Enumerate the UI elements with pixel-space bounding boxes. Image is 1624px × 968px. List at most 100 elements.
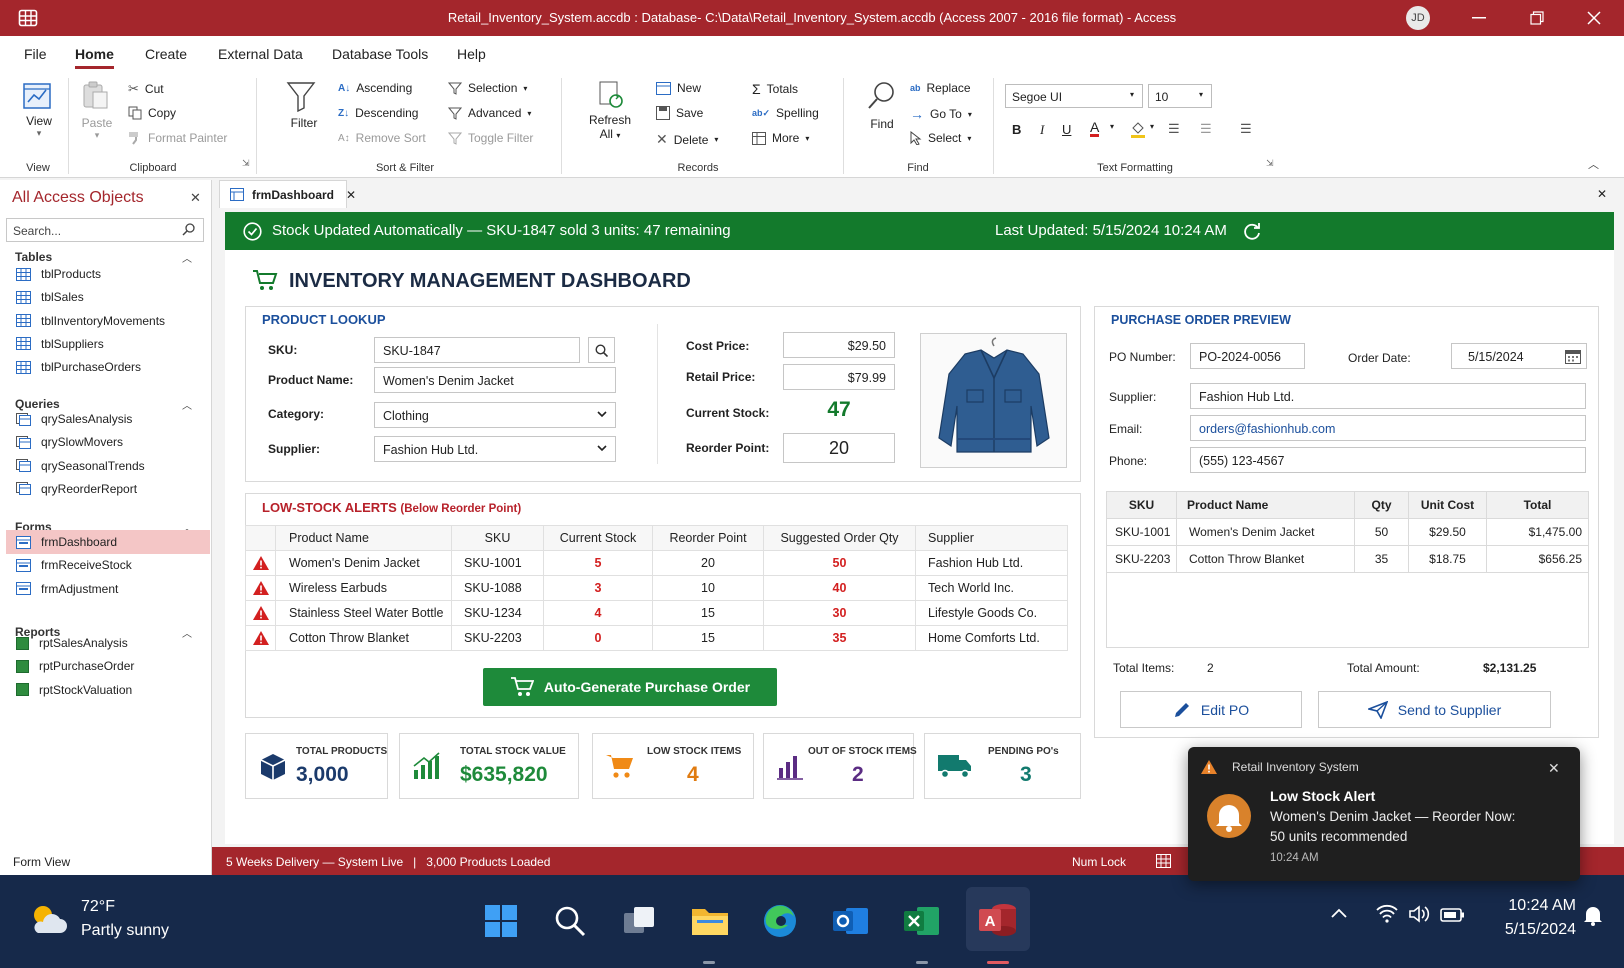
- refresh-icon[interactable]: [1242, 221, 1262, 241]
- volume-icon[interactable]: [1408, 904, 1432, 924]
- notification-bell-icon[interactable]: [1583, 904, 1603, 926]
- filter-button[interactable]: Filter: [286, 80, 322, 130]
- wifi-icon[interactable]: [1375, 903, 1399, 923]
- dialog-launcher-icon[interactable]: ⇲: [242, 158, 250, 169]
- nav-item-table[interactable]: tblPurchaseOrders: [6, 355, 210, 379]
- taskbar-search-button[interactable]: [546, 897, 594, 945]
- more-button[interactable]: More ▾: [752, 131, 809, 145]
- nav-search-input[interactable]: Search...: [6, 218, 204, 242]
- chevron-down-icon[interactable]: ▾: [1150, 122, 1154, 131]
- alert-row[interactable]: Cotton Throw Blanket SKU-2203 0 15 35 Home Co…: [245, 625, 1068, 651]
- chevron-up-icon[interactable]: [1330, 907, 1348, 919]
- spelling-button[interactable]: ab✓ Spelling: [752, 106, 819, 120]
- descending-button[interactable]: Z↓ Descending: [338, 106, 418, 120]
- toast-close-icon[interactable]: ✕: [1548, 760, 1560, 777]
- file-explorer-button[interactable]: [686, 897, 734, 945]
- nav-item-form[interactable]: frmAdjustment: [6, 577, 210, 601]
- po-email-field[interactable]: orders@fashionhub.com: [1190, 415, 1586, 441]
- minimize-icon[interactable]: [1472, 17, 1486, 19]
- close-icon[interactable]: [1587, 11, 1601, 25]
- cost-price-field[interactable]: $29.50: [783, 332, 895, 358]
- font-name-select[interactable]: Segoe UI ▾: [1005, 84, 1143, 108]
- clock-time[interactable]: 10:24 AM: [1490, 897, 1576, 915]
- po-supplier-field[interactable]: Fashion Hub Ltd.: [1190, 383, 1586, 409]
- paste-button[interactable]: Paste ▾: [80, 80, 114, 141]
- nav-item-querie[interactable]: qrySeasonalTrends: [6, 454, 210, 478]
- tab-home[interactable]: Home: [75, 46, 114, 69]
- font-size-select[interactable]: 10 ▾: [1148, 84, 1212, 108]
- nav-item-querie[interactable]: qrySlowMovers: [6, 430, 210, 454]
- font-color-icon[interactable]: A: [1090, 120, 1100, 137]
- ascending-button[interactable]: A↓ Ascending: [338, 81, 412, 95]
- nav-item-report[interactable]: rptPurchaseOrder: [6, 654, 210, 678]
- close-nav-icon[interactable]: ✕: [190, 190, 201, 206]
- nav-item-form[interactable]: frmReceiveStock: [6, 553, 210, 577]
- product-name-input[interactable]: Women's Denim Jacket: [374, 367, 616, 393]
- sku-input[interactable]: SKU-1847: [374, 337, 580, 363]
- nav-item-report[interactable]: rptStockValuation: [6, 678, 210, 702]
- chevron-down-icon[interactable]: ▾: [1110, 122, 1114, 131]
- copy-button[interactable]: Copy: [128, 106, 176, 120]
- toggle-filter-button[interactable]: Toggle Filter: [448, 131, 533, 145]
- battery-icon[interactable]: [1440, 905, 1466, 923]
- datasheet-view-icon[interactable]: [1156, 854, 1171, 868]
- remove-sort-button[interactable]: A↕ Remove Sort: [338, 131, 426, 145]
- format-painter-button[interactable]: Format Painter: [128, 131, 227, 145]
- nav-item-table[interactable]: tblSales: [6, 285, 210, 309]
- nav-item-report[interactable]: rptSalesAnalysis: [6, 631, 210, 655]
- delete-record-button[interactable]: ✕ Delete ▾: [656, 131, 718, 148]
- nav-item-querie[interactable]: qrySalesAnalysis: [6, 407, 210, 431]
- access-app-button[interactable]: A: [966, 887, 1030, 951]
- nav-item-form[interactable]: frmDashboard: [6, 530, 210, 554]
- clock-date[interactable]: 5/15/2024: [1490, 921, 1576, 939]
- low-stock-toast[interactable]: Retail Inventory System ✕ Low Stock Aler…: [1188, 747, 1580, 881]
- start-button[interactable]: [477, 897, 525, 945]
- send-to-supplier-button[interactable]: Send to Supplier: [1318, 691, 1551, 728]
- selection-button[interactable]: Selection ▾: [448, 81, 527, 95]
- close-tab-icon[interactable]: ✕: [346, 188, 356, 202]
- new-record-button[interactable]: New: [656, 81, 701, 95]
- align-icon[interactable]: ☰: [1240, 121, 1252, 137]
- edge-browser-button[interactable]: [756, 897, 804, 945]
- tab-help[interactable]: Help: [457, 46, 486, 62]
- dialog-launcher-icon[interactable]: ⇲: [1266, 158, 1274, 169]
- italic-icon[interactable]: I: [1040, 122, 1044, 138]
- replace-button[interactable]: ab Replace: [910, 81, 971, 95]
- auto-generate-po-button[interactable]: Auto-Generate Purchase Order: [483, 668, 777, 706]
- select-button[interactable]: Select ▾: [910, 131, 971, 145]
- alert-row[interactable]: Wireless Earbuds SKU-1088 3 10 40 Tech World …: [245, 575, 1068, 601]
- tab-frmDashboard[interactable]: frmDashboard ✕: [219, 180, 356, 208]
- po-phone-field[interactable]: (555) 123-4567: [1190, 447, 1586, 473]
- save-record-button[interactable]: Save: [656, 106, 703, 120]
- goto-button[interactable]: → Go To ▾: [910, 106, 972, 122]
- user-avatar[interactable]: JD: [1406, 6, 1430, 30]
- underline-icon[interactable]: U: [1062, 122, 1071, 137]
- retail-price-field[interactable]: $79.99: [783, 364, 895, 390]
- weather-cloud-icon[interactable]: [28, 901, 68, 937]
- refresh-all-button[interactable]: Refresh All ▾: [588, 80, 632, 141]
- tab-create[interactable]: Create: [145, 46, 187, 62]
- sku-search-button[interactable]: [588, 337, 615, 363]
- bold-icon[interactable]: B: [1012, 122, 1021, 137]
- excel-button[interactable]: [898, 897, 946, 945]
- alert-row[interactable]: Women's Denim Jacket SKU-1001 5 20 50 Fashion…: [245, 550, 1068, 576]
- nav-item-table[interactable]: tblProducts: [6, 262, 210, 286]
- collapse-ribbon-icon[interactable]: ︿: [1588, 156, 1599, 172]
- nav-item-querie[interactable]: qryReorderReport: [6, 477, 210, 501]
- tab-file[interactable]: File: [24, 46, 47, 62]
- nav-item-table[interactable]: tblSuppliers: [6, 332, 210, 356]
- nav-item-table[interactable]: tblInventoryMovements: [6, 309, 210, 333]
- indent-icon[interactable]: ☰: [1168, 121, 1180, 137]
- advanced-button[interactable]: Advanced ▾: [448, 106, 531, 120]
- reorder-point-field[interactable]: 20: [783, 433, 895, 463]
- supplier-select[interactable]: Fashion Hub Ltd.: [374, 436, 616, 462]
- close-document-icon[interactable]: ✕: [1597, 187, 1607, 201]
- view-button[interactable]: View ▾: [22, 82, 56, 139]
- totals-button[interactable]: Σ Totals: [752, 81, 798, 97]
- po-line-row[interactable]: SKU-1001 Women's Denim Jacket 50 $29.50 $1,4…: [1106, 518, 1589, 546]
- edit-po-button[interactable]: Edit PO: [1120, 691, 1302, 728]
- category-select[interactable]: Clothing: [374, 402, 616, 428]
- calendar-icon[interactable]: [1565, 349, 1581, 364]
- find-button[interactable]: Find: [864, 80, 900, 131]
- outlook-button[interactable]: [827, 897, 875, 945]
